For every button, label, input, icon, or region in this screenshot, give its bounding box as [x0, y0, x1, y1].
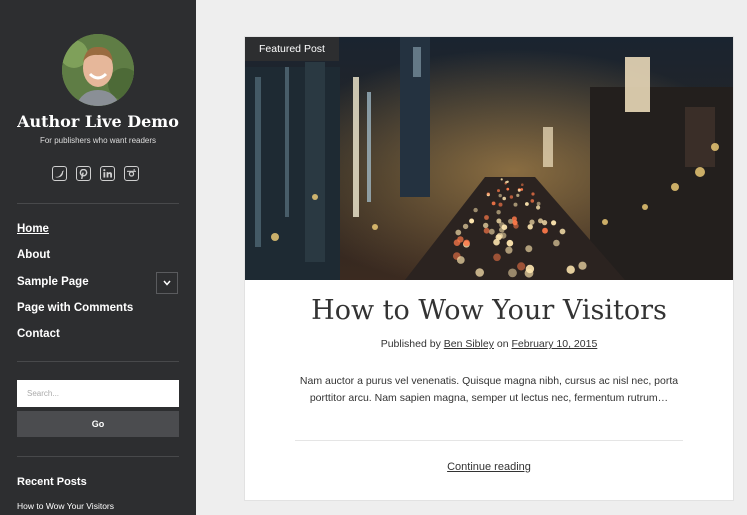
byline-mid: on [496, 338, 509, 350]
pinterest-icon[interactable] [76, 166, 91, 181]
nav-item-about[interactable]: About [17, 249, 50, 261]
featured-image[interactable]: Featured Post [245, 37, 733, 280]
byline-prefix: Published by [380, 338, 441, 350]
sidebar-divider [17, 203, 179, 204]
social-icons [52, 166, 139, 181]
post-byline: Published by Ben Sibley on February 10, … [245, 338, 733, 350]
twitter-icon[interactable] [52, 166, 67, 181]
site-title[interactable]: Author Live Demo [0, 112, 196, 131]
instagram-icon[interactable] [124, 166, 139, 181]
nav-item-sample-page[interactable]: Sample Page [17, 276, 89, 288]
nav-item-page-with-comments[interactable]: Page with Comments [17, 302, 133, 314]
search-go-button[interactable]: Go [17, 411, 179, 437]
featured-post-card: Featured Post How to Wow Your Visitors P… [244, 36, 734, 501]
date-link[interactable]: February 10, 2015 [511, 338, 597, 350]
author-avatar[interactable] [62, 34, 134, 106]
continue-reading-link[interactable]: Continue reading [245, 461, 733, 473]
post-divider [295, 440, 683, 441]
nav-item-contact[interactable]: Contact [17, 328, 60, 340]
submenu-toggle-button[interactable] [156, 272, 178, 294]
linkedin-icon[interactable] [100, 166, 115, 181]
sidebar: Author Live Demo For publishers who want… [0, 0, 196, 515]
sidebar-divider [17, 361, 179, 362]
search-input[interactable] [17, 380, 179, 407]
author-link[interactable]: Ben Sibley [444, 338, 494, 350]
chevron-down-icon [163, 280, 171, 286]
featured-post-badge: Featured Post [245, 37, 339, 61]
recent-post-link[interactable]: How to Wow Your Visitors [17, 501, 114, 511]
post-title[interactable]: How to Wow Your Visitors [245, 295, 733, 326]
post-excerpt: Nam auctor a purus vel venenatis. Quisqu… [299, 375, 679, 404]
sidebar-divider [17, 456, 179, 457]
recent-posts-heading: Recent Posts [17, 476, 87, 488]
site-tagline: For publishers who want readers [39, 136, 157, 145]
nav-item-home[interactable]: Home [17, 223, 49, 235]
